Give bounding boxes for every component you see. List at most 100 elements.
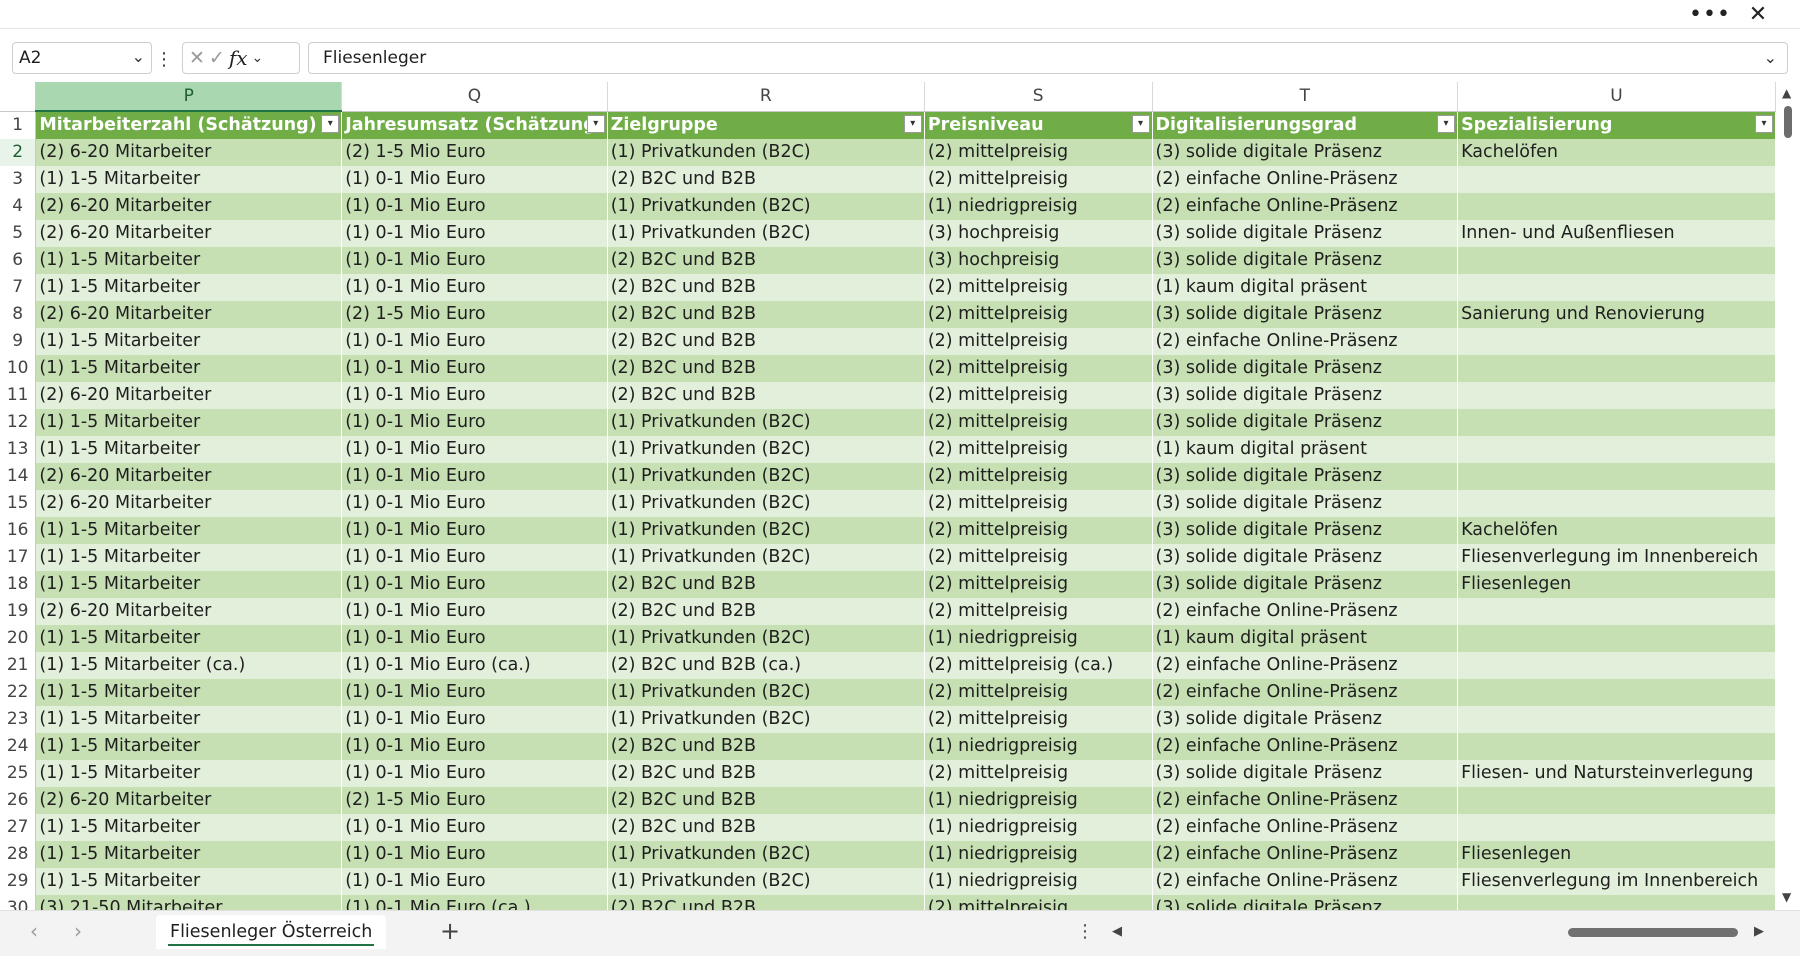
table-cell[interactable]: Fliesen- und Natursteinverlegung <box>1457 760 1776 787</box>
row-header[interactable]: 5 <box>0 220 37 247</box>
row-header[interactable]: 20 <box>0 625 37 652</box>
table-cell[interactable]: (1) 0-1 Mio Euro <box>341 679 608 706</box>
table-cell[interactable]: (1) 0-1 Mio Euro (ca.) <box>341 895 608 910</box>
table-cell[interactable] <box>1457 652 1776 679</box>
table-cell[interactable]: (2) 6-20 Mitarbeiter <box>35 463 343 490</box>
table-cell[interactable]: (1) 0-1 Mio Euro <box>341 544 608 571</box>
header-cell[interactable]: Zielgruppe ▾ <box>607 111 925 139</box>
filter-dropdown-icon[interactable]: ▾ <box>321 115 340 133</box>
table-cell[interactable]: (1) 0-1 Mio Euro <box>341 166 608 193</box>
filter-dropdown-icon[interactable]: ▾ <box>1131 114 1150 133</box>
table-cell[interactable]: (3) solide digitale Präsenz <box>1152 139 1459 166</box>
table-cell[interactable]: (2) B2C und B2B <box>607 760 925 787</box>
table-cell[interactable]: (2) einfache Online-Präsenz <box>1152 679 1459 706</box>
row-header[interactable]: 2 <box>0 139 37 166</box>
table-cell[interactable]: (1) 1-5 Mitarbeiter <box>35 760 343 787</box>
fx-icon[interactable]: fx <box>229 46 248 70</box>
table-cell[interactable]: (1) 1-5 Mitarbeiter <box>35 868 343 895</box>
vertical-scrollbar[interactable]: ▲ ▼ <box>1776 82 1800 910</box>
chevron-down-icon[interactable]: ⌄ <box>252 50 264 66</box>
header-cell[interactable]: Jahresumsatz (Schätzung) ▾ <box>341 111 608 139</box>
table-cell[interactable]: Sanierung und Renovierung <box>1457 301 1776 328</box>
row-header[interactable]: 15 <box>0 490 37 517</box>
table-cell[interactable] <box>1457 328 1776 355</box>
table-cell[interactable] <box>1457 679 1776 706</box>
table-cell[interactable]: (1) 1-5 Mitarbeiter <box>35 328 343 355</box>
table-cell[interactable]: (2) mittelpreisig <box>924 598 1153 625</box>
row-header[interactable]: 8 <box>0 301 37 328</box>
table-cell[interactable]: (2) 6-20 Mitarbeiter <box>35 382 343 409</box>
table-cell[interactable] <box>1457 166 1776 193</box>
table-cell[interactable]: (1) 0-1 Mio Euro <box>341 247 608 274</box>
horizontal-scrollbar[interactable]: ◀ ▶ <box>1108 923 1768 943</box>
column-header-p[interactable]: P <box>35 82 343 112</box>
table-cell[interactable]: (1) 1-5 Mitarbeiter <box>35 679 343 706</box>
table-cell[interactable] <box>1457 436 1776 463</box>
table-cell[interactable]: (2) 6-20 Mitarbeiter <box>35 193 343 220</box>
filter-dropdown-icon[interactable]: ▾ <box>903 114 922 133</box>
table-cell[interactable]: (2) einfache Online-Präsenz <box>1152 328 1459 355</box>
row-header[interactable]: 9 <box>0 328 37 355</box>
table-cell[interactable]: (1) 0-1 Mio Euro <box>341 274 608 301</box>
table-cell[interactable]: (1) 0-1 Mio Euro <box>341 355 608 382</box>
table-cell[interactable]: (1) 0-1 Mio Euro <box>341 814 608 841</box>
table-cell[interactable]: (1) 0-1 Mio Euro <box>341 463 608 490</box>
row-header[interactable]: 23 <box>0 706 37 733</box>
table-cell[interactable]: Innen- und Außenfliesen <box>1457 220 1776 247</box>
table-cell[interactable]: (1) 1-5 Mitarbeiter <box>35 355 343 382</box>
table-cell[interactable]: (2) B2C und B2B <box>607 328 925 355</box>
table-cell[interactable]: (1) Privatkunden (B2C) <box>607 544 925 571</box>
column-header-u[interactable]: U <box>1457 82 1776 112</box>
table-cell[interactable]: (1) 1-5 Mitarbeiter <box>35 706 343 733</box>
table-cell[interactable]: (2) einfache Online-Präsenz <box>1152 652 1459 679</box>
table-cell[interactable]: (2) mittelpreisig <box>924 139 1153 166</box>
table-cell[interactable]: (2) 6-20 Mitarbeiter <box>35 598 343 625</box>
vertical-dots-icon[interactable]: ⋮ <box>155 48 173 70</box>
column-header-t[interactable]: T <box>1152 82 1459 112</box>
worksheet-grid[interactable]: P Q R S T U 1 Mitarbeiterzahl (Schätzung… <box>0 82 1776 910</box>
row-header[interactable]: 13 <box>0 436 37 463</box>
table-cell[interactable]: (3) solide digitale Präsenz <box>1152 706 1459 733</box>
table-cell[interactable]: (1) 1-5 Mitarbeiter <box>35 436 343 463</box>
table-cell[interactable]: (1) 0-1 Mio Euro <box>341 517 608 544</box>
table-cell[interactable]: (1) Privatkunden (B2C) <box>607 436 925 463</box>
expand-formula-bar-icon[interactable]: ⌄ <box>1764 48 1777 67</box>
table-cell[interactable]: (2) B2C und B2B <box>607 274 925 301</box>
table-cell[interactable]: (1) Privatkunden (B2C) <box>607 706 925 733</box>
table-cell[interactable]: (1) 0-1 Mio Euro <box>341 382 608 409</box>
table-cell[interactable]: (2) B2C und B2B <box>607 247 925 274</box>
filter-dropdown-icon[interactable]: ▾ <box>1437 114 1456 133</box>
table-cell[interactable]: (2) B2C und B2B <box>607 382 925 409</box>
formula-input[interactable]: Fliesenleger ⌄ <box>308 42 1788 74</box>
table-cell[interactable]: (1) 1-5 Mitarbeiter <box>35 517 343 544</box>
table-cell[interactable]: (2) mittelpreisig <box>924 760 1153 787</box>
table-cell[interactable]: (1) 0-1 Mio Euro <box>341 328 608 355</box>
row-header[interactable]: 22 <box>0 679 37 706</box>
row-header[interactable]: 16 <box>0 517 37 544</box>
table-cell[interactable] <box>1457 706 1776 733</box>
row-header[interactable]: 25 <box>0 760 37 787</box>
table-cell[interactable]: (3) solide digitale Präsenz <box>1152 490 1459 517</box>
table-cell[interactable]: (1) 1-5 Mitarbeiter <box>35 841 343 868</box>
table-cell[interactable]: (1) 1-5 Mitarbeiter <box>35 274 343 301</box>
table-cell[interactable]: (2) mittelpreisig <box>924 679 1153 706</box>
chevron-down-icon[interactable]: ⌄ <box>132 47 145 66</box>
table-cell[interactable]: (3) solide digitale Präsenz <box>1152 301 1459 328</box>
table-cell[interactable]: (2) 1-5 Mio Euro <box>341 139 608 166</box>
table-cell[interactable] <box>1457 193 1776 220</box>
header-cell[interactable]: Mitarbeiterzahl (Schätzung) ▾ <box>35 111 343 139</box>
row-header[interactable]: 28 <box>0 841 37 868</box>
table-cell[interactable]: (2) mittelpreisig <box>924 571 1153 598</box>
row-header[interactable]: 12 <box>0 409 37 436</box>
table-cell[interactable]: (2) B2C und B2B <box>607 733 925 760</box>
scroll-left-icon[interactable]: ◀ <box>1112 924 1122 939</box>
scroll-thumb[interactable] <box>1568 928 1738 937</box>
table-cell[interactable]: (1) 0-1 Mio Euro <box>341 436 608 463</box>
row-header[interactable]: 17 <box>0 544 37 571</box>
row-header[interactable]: 24 <box>0 733 37 760</box>
row-header[interactable]: 29 <box>0 868 37 895</box>
table-cell[interactable]: (1) 1-5 Mitarbeiter <box>35 733 343 760</box>
table-cell[interactable] <box>1457 247 1776 274</box>
table-cell[interactable]: (2) mittelpreisig <box>924 382 1153 409</box>
table-cell[interactable]: (3) 21-50 Mitarbeiter <box>35 895 343 910</box>
